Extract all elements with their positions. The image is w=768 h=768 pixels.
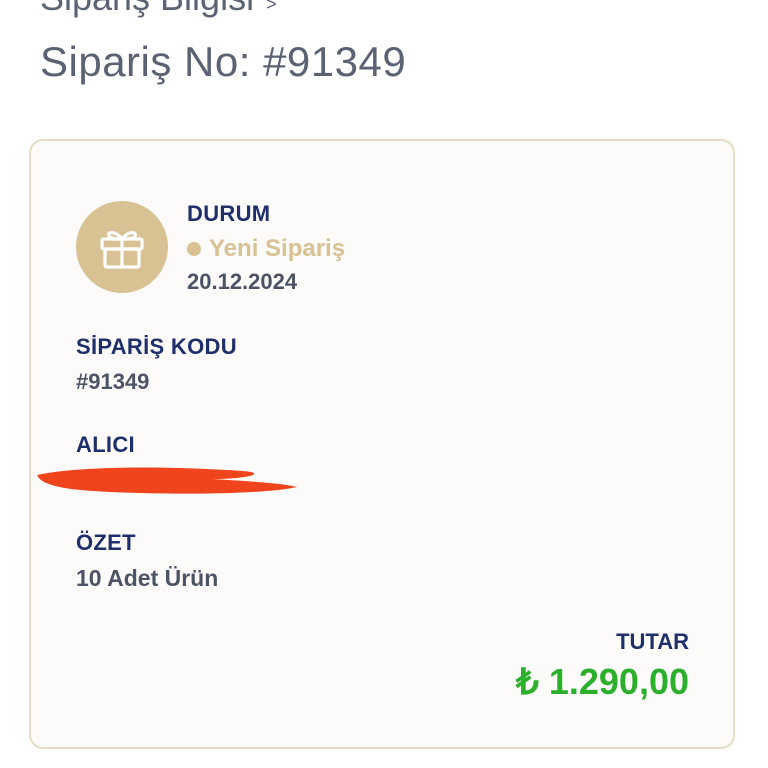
total-label: TUTAR bbox=[616, 629, 689, 654]
status-value: Yeni Sipariş bbox=[209, 235, 346, 262]
page-title: Sipariş No: #91349 bbox=[40, 38, 407, 85]
order-code-value: #91349 bbox=[76, 369, 150, 394]
order-code-label: SİPARİŞ KODU bbox=[76, 334, 237, 359]
total-amount: ₺ 1.290,00 bbox=[515, 661, 689, 702]
order-card: DURUM Yeni Sipariş 20.12.2024 SİPARİŞ KO… bbox=[29, 139, 735, 749]
gift-icon bbox=[76, 201, 168, 293]
breadcrumb[interactable]: Sipariş Bilgisi > bbox=[40, 0, 277, 18]
summary-value: 10 Adet Ürün bbox=[76, 565, 219, 591]
status-dot-icon bbox=[187, 242, 201, 256]
order-date: 20.12.2024 bbox=[187, 269, 298, 294]
chevron-right-icon: > bbox=[266, 0, 277, 14]
order-detail-page: Sipariş Bilgisi > Sipariş No: #91349 DUR… bbox=[0, 0, 768, 768]
summary-label: ÖZET bbox=[76, 530, 136, 555]
status-badge: Yeni Sipariş bbox=[187, 235, 345, 263]
status-label: DURUM bbox=[187, 201, 271, 226]
recipient-redaction bbox=[37, 467, 297, 494]
breadcrumb-label[interactable]: Sipariş Bilgisi bbox=[40, 0, 254, 18]
